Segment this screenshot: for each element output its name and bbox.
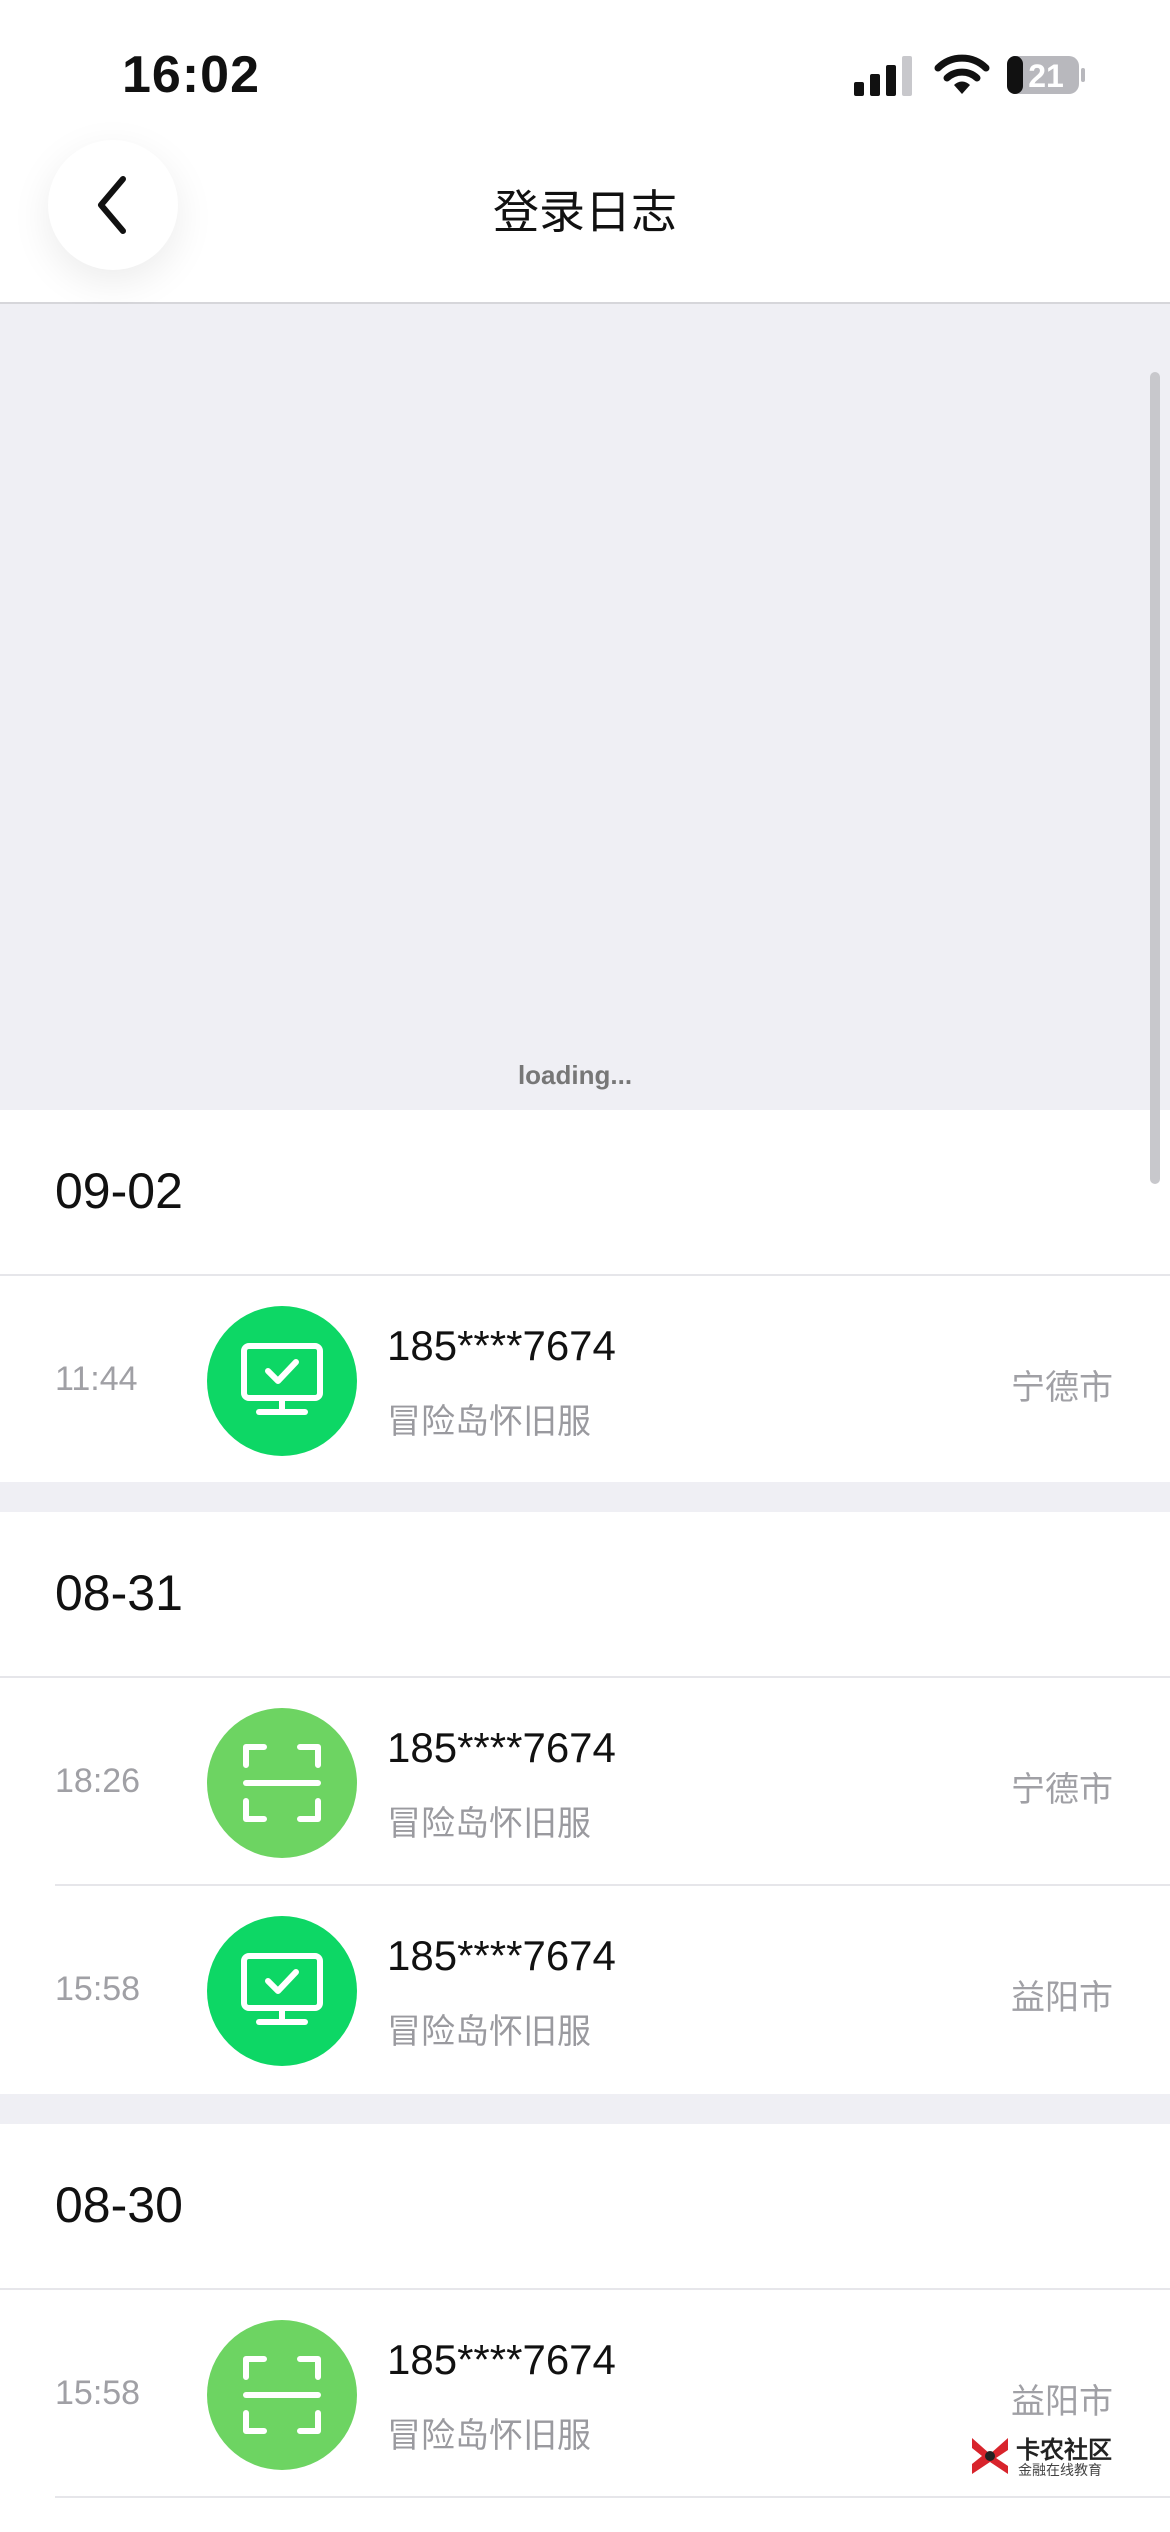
entry-account: 185****7674 — [387, 2336, 616, 2383]
section-header: 08-31 — [0, 1512, 1170, 1678]
entry-city: 益阳市 — [1011, 2383, 1113, 2421]
status-time: 16:02 — [122, 46, 260, 104]
wifi-icon — [934, 54, 990, 94]
section-date: 08-31 — [55, 1565, 183, 1621]
scrollbar[interactable] — [1150, 372, 1160, 1184]
entry-city: 益阳市 — [1011, 1979, 1113, 2017]
entry-app: 冒险岛怀旧服 — [387, 2417, 591, 2455]
loading-area: loading... — [0, 304, 1170, 1110]
scan-frame-icon — [207, 1708, 357, 1858]
loading-text: loading... — [517, 1060, 633, 1090]
monitor-check-icon — [207, 1916, 357, 2066]
section-gap — [0, 1482, 1170, 1512]
entry-account: 185****7674 — [387, 1724, 616, 1771]
section-date: 09-02 — [55, 1163, 183, 1219]
scan-frame-icon — [207, 2320, 357, 2470]
entry-account: 185****7674 — [387, 1322, 616, 1369]
row-divider — [55, 2496, 1170, 2498]
entry-account: 185****7674 — [387, 1932, 616, 1979]
section-date: 08-30 — [55, 2177, 183, 2233]
log-entry-row[interactable]: 15:58 185****7674 冒险岛怀旧服 益阳市 — [0, 1886, 1170, 2094]
cellular-signal-icon — [854, 56, 912, 96]
date-section: 08-31 18:26 185****7674 冒险岛怀旧服 宁德市 15:58… — [0, 1512, 1170, 2094]
section-header: 08-30 — [0, 2124, 1170, 2290]
status-bar: 16:02 21 — [0, 0, 1170, 140]
log-entry-row[interactable]: 11:44 185****7674 冒险岛怀旧服 宁德市 — [0, 1276, 1170, 1484]
entry-city: 宁德市 — [1011, 1369, 1113, 1407]
section-header: 09-02 — [0, 1110, 1170, 1276]
log-entry-row[interactable]: 18:26 185****7674 冒险岛怀旧服 宁德市 — [0, 1678, 1170, 1886]
watermark-subtitle: 金融在线教育 — [1018, 2462, 1102, 2478]
monitor-check-icon — [207, 1306, 357, 1456]
page-title: 登录日志 — [493, 186, 677, 238]
entry-city: 宁德市 — [1011, 1771, 1113, 1809]
watermark: 卡农社区 金融在线教育 — [968, 2428, 1118, 2488]
battery-level: 21 — [1028, 58, 1064, 94]
entry-time: 15:58 — [55, 2374, 141, 2412]
section-gap — [0, 2094, 1170, 2124]
entry-app: 冒险岛怀旧服 — [387, 1403, 591, 1441]
entry-time: 15:58 — [55, 1970, 141, 2008]
entry-app: 冒险岛怀旧服 — [387, 1805, 591, 1843]
date-section: 09-02 11:44 185****7674 冒险岛怀旧服 宁德市 — [0, 1110, 1170, 1482]
entry-time: 18:26 — [55, 1762, 141, 1800]
entry-time: 11:44 — [55, 1360, 138, 1398]
nav-bar: 登录日志 — [0, 140, 1170, 304]
entry-app: 冒险岛怀旧服 — [387, 2013, 591, 2051]
watermark-logo-icon — [972, 2438, 1008, 2474]
